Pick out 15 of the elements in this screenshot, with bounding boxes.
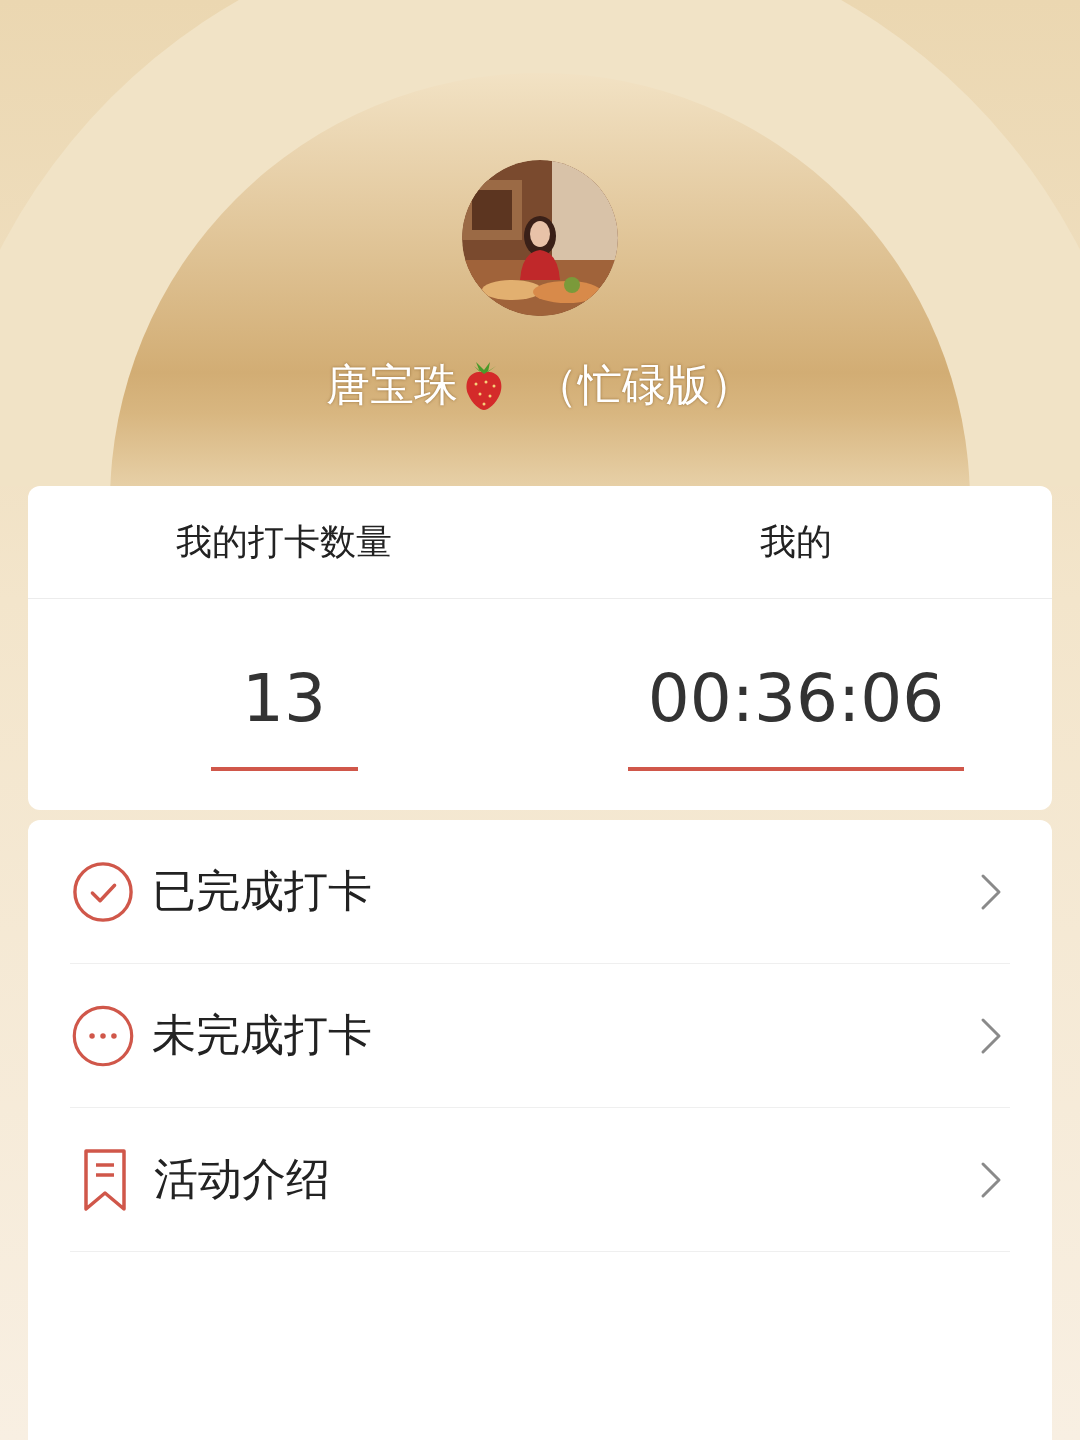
stat-label: 我的 — [759, 520, 833, 564]
menu-item[interactable]: 未完成打卡 — [70, 964, 1010, 1108]
menu-item[interactable]: 已完成打卡 — [70, 820, 1010, 964]
stat-value: 13 — [242, 659, 326, 739]
menu-item[interactable]: 活动介绍 — [70, 1108, 1010, 1252]
version-label: （忙碌版） — [534, 358, 754, 412]
chevron-right-icon — [980, 872, 1002, 911]
chevron-right-icon — [980, 1016, 1002, 1055]
chevron-right-icon — [980, 1160, 1002, 1199]
check-circle-icon — [72, 860, 134, 923]
bookmark-icon — [84, 1148, 126, 1211]
stat-value: 00:36:06 — [647, 659, 945, 739]
user-name: 唐宝珠 — [326, 358, 458, 412]
stat-label: 我的打卡数量 — [175, 520, 393, 564]
dots-circle-icon — [72, 1004, 134, 1067]
